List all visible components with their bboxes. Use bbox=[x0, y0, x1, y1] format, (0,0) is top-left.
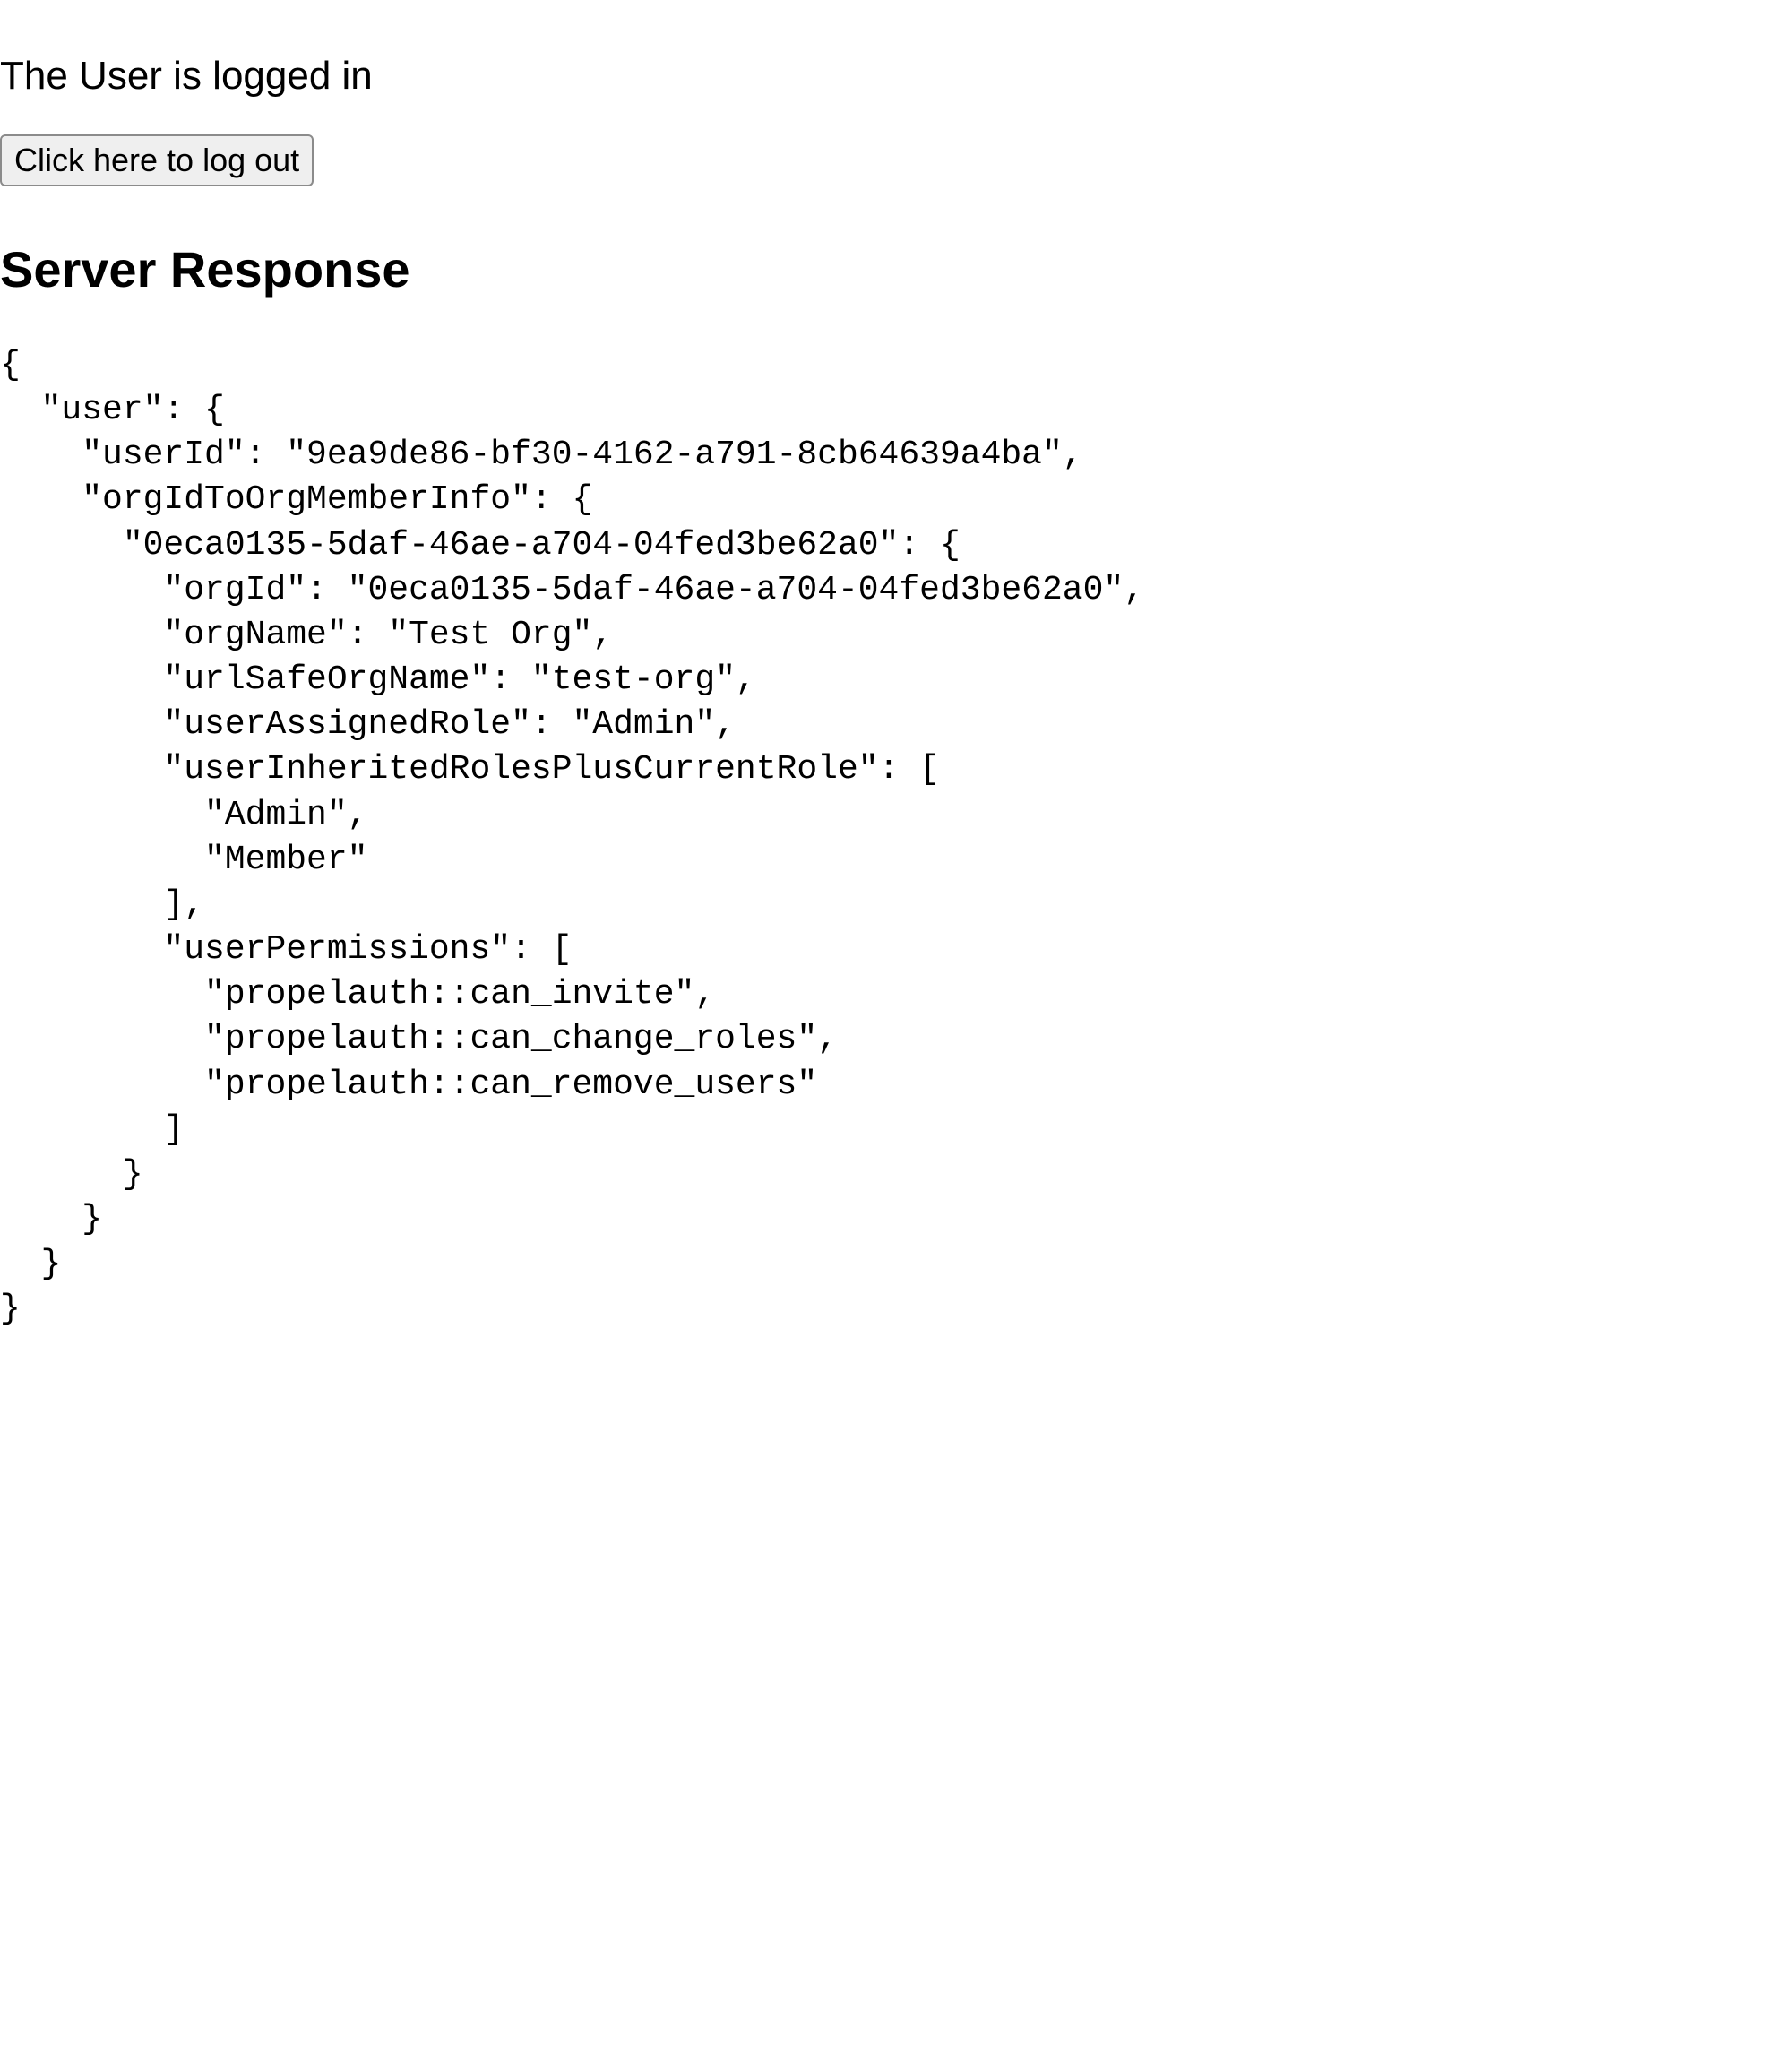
server-response-json: { "user": { "userId": "9ea9de86-bf30-416… bbox=[0, 343, 1792, 1332]
logout-button[interactable]: Click here to log out bbox=[0, 134, 314, 186]
login-status-text: The User is logged in bbox=[0, 54, 1792, 99]
server-response-heading: Server Response bbox=[0, 240, 1792, 298]
